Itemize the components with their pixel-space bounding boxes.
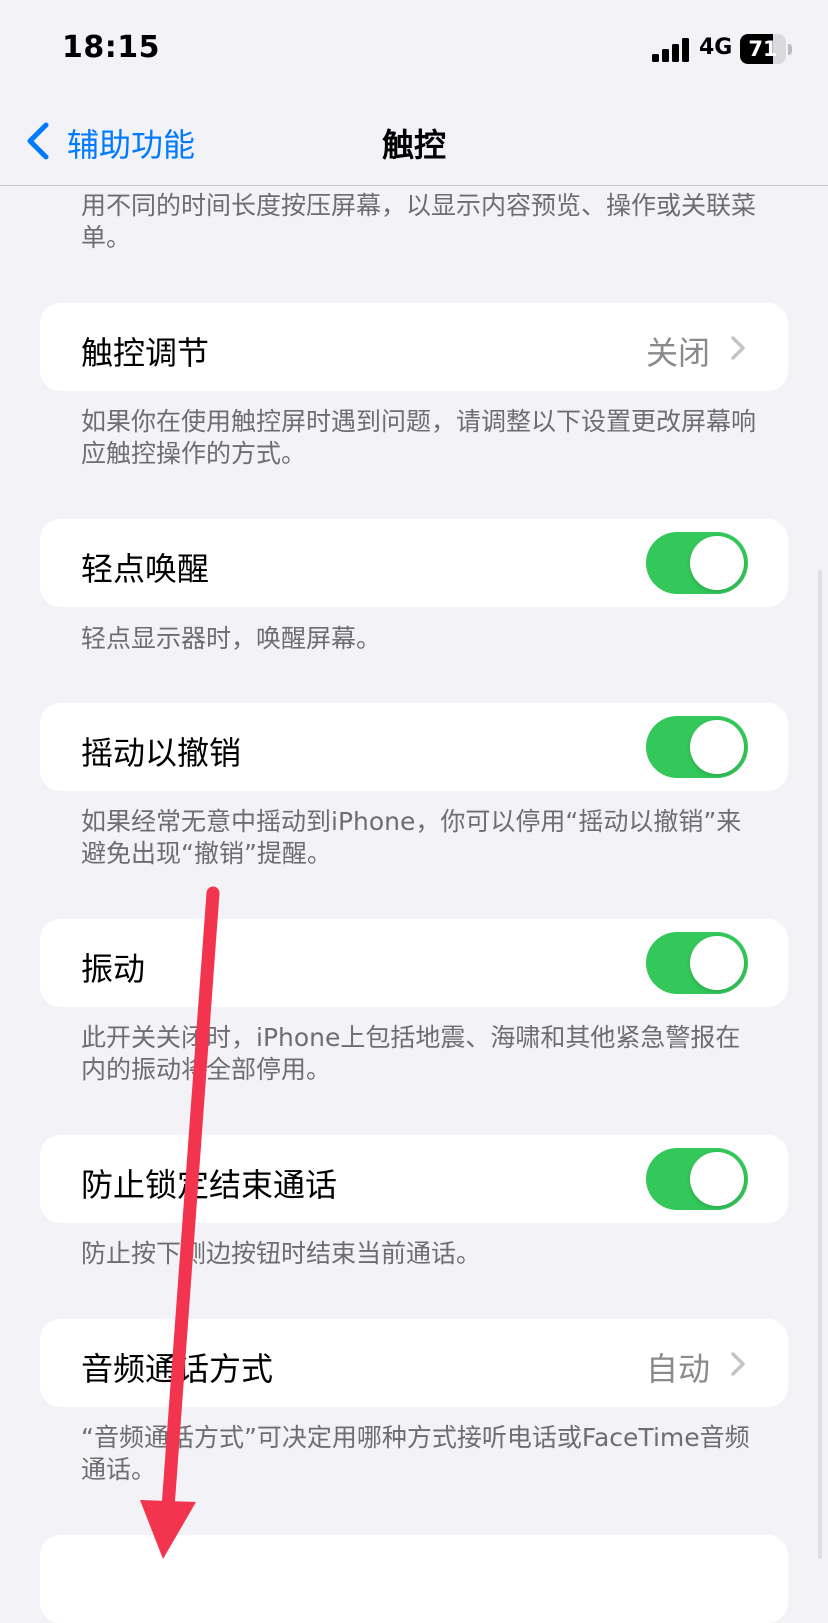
- touch-accommodations-label: 触控调节: [81, 334, 210, 372]
- next-row-partial[interactable]: [40, 1535, 788, 1623]
- shake-to-undo-footnote: 如果经常无意中摇动到iPhone，你可以停用“摇动以撤销”来避免出现“撤销”提醒…: [81, 807, 742, 868]
- scroll-indicator: [818, 570, 822, 1559]
- shake-to-undo-label: 摇动以撤销: [81, 734, 242, 772]
- shake-to-undo-row: 摇动以撤销: [40, 703, 788, 791]
- page-title: 触控: [381, 126, 446, 164]
- prevent-lock-end-call-toggle[interactable]: [646, 1148, 748, 1210]
- prevent-lock-end-call-footnote: 防止按下侧边按钮时结束当前通话。: [81, 1239, 482, 1268]
- prevent-lock-end-call-row: 防止锁定结束通话: [40, 1135, 788, 1223]
- haptic-touch-footnote: 用不同的时间长度按压屏幕，以显示内容预览、操作或关联菜单。: [81, 191, 757, 252]
- battery-icon: 71: [740, 34, 792, 66]
- cellular-signal-icon: [652, 38, 689, 62]
- call-audio-routing-value: 自动: [645, 1350, 710, 1388]
- touch-accommodations-row[interactable]: 触控调节 关闭: [40, 303, 788, 391]
- call-audio-routing-footnote: “音频通话方式”可决定用哪种方式接听电话或FaceTime音频通话。: [81, 1423, 750, 1484]
- tap-to-wake-toggle[interactable]: [646, 532, 748, 594]
- status-bar: 18:15 4G 71: [0, 0, 828, 100]
- touch-accommodations-footnote: 如果你在使用触控屏时遇到问题，请调整以下设置更改屏幕响应触控操作的方式。: [81, 407, 757, 468]
- chevron-right-icon: [731, 336, 745, 360]
- vibration-toggle[interactable]: [646, 932, 748, 994]
- shake-to-undo-toggle[interactable]: [646, 716, 748, 778]
- chevron-right-icon: [731, 1352, 745, 1376]
- battery-percentage: 71: [748, 37, 778, 61]
- call-audio-routing-label: 音频通话方式: [81, 1350, 274, 1388]
- navigation-bar: 辅助功能 触控: [0, 100, 828, 186]
- prevent-lock-end-call-label: 防止锁定结束通话: [81, 1166, 338, 1204]
- vibration-footnote: 此开关关闭时，iPhone上包括地震、海啸和其他紧急警报在内的振动将全部停用。: [81, 1023, 741, 1084]
- vibration-row: 振动: [40, 919, 788, 1007]
- call-audio-routing-row[interactable]: 音频通话方式 自动: [40, 1319, 788, 1407]
- tap-to-wake-label: 轻点唤醒: [81, 550, 210, 588]
- vibration-label: 振动: [81, 950, 146, 988]
- tap-to-wake-row: 轻点唤醒: [40, 519, 788, 607]
- status-time: 18:15: [62, 30, 160, 65]
- network-type: 4G: [699, 35, 733, 60]
- touch-accommodations-value: 关闭: [645, 334, 710, 372]
- tap-to-wake-footnote: 轻点显示器时，唤醒屏幕。: [81, 624, 382, 653]
